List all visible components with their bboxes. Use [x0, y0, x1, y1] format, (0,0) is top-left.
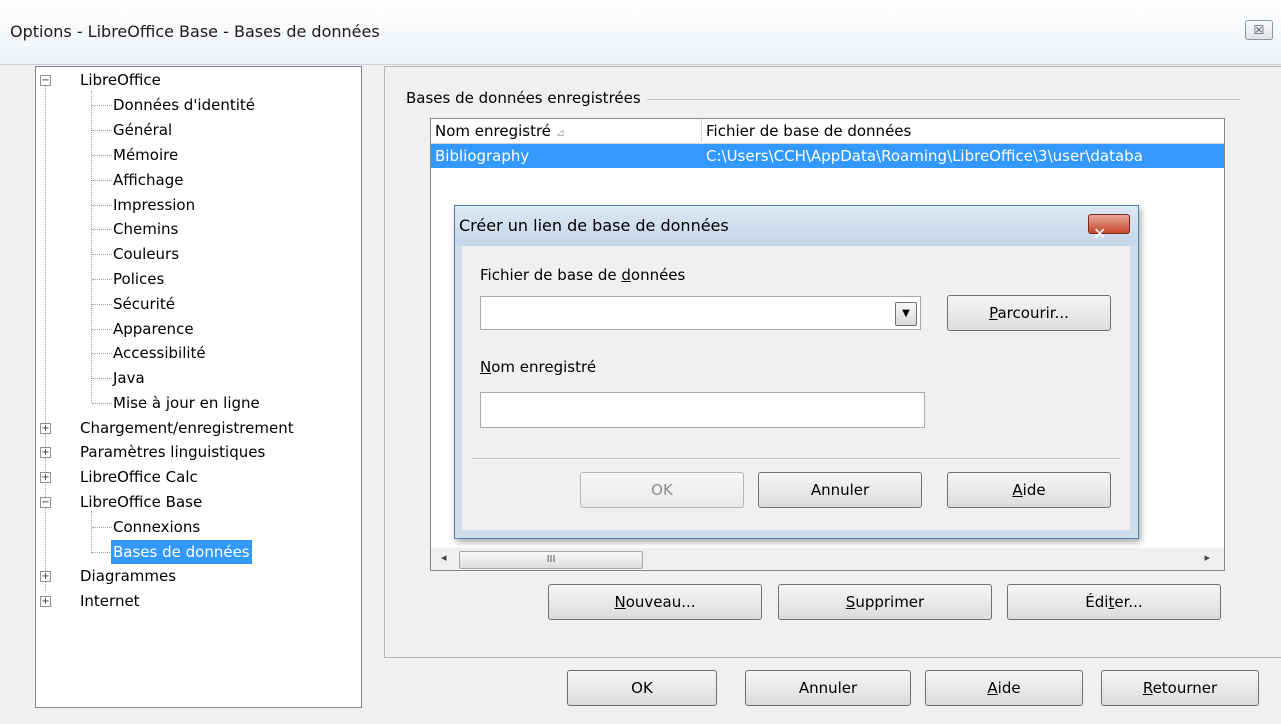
- table-row[interactable]: Bibliography C:\Users\CCH\AppData\Roamin…: [431, 144, 1224, 168]
- horizontal-scrollbar[interactable]: ◂ III ▸: [431, 548, 1224, 570]
- collapse-icon[interactable]: −: [40, 75, 51, 86]
- tree-branch: [92, 552, 112, 553]
- tree-item-memoire[interactable]: Mémoire: [113, 143, 178, 167]
- tree-branch: [92, 353, 112, 354]
- collapse-icon[interactable]: −: [40, 497, 51, 508]
- column-header-file[interactable]: Fichier de base de données: [702, 119, 1224, 144]
- tree-branch: [92, 205, 112, 206]
- delete-button[interactable]: Supprimer: [778, 584, 992, 620]
- create-database-link-dialog: Créer un lien de base de données ✕ Fichi…: [454, 205, 1139, 539]
- tree-connector-libreoffice: [91, 91, 92, 403]
- tree-item-couleurs[interactable]: Couleurs: [113, 242, 179, 266]
- file-label: Fichier de base de données: [480, 266, 686, 284]
- dialog-titlebar: Créer un lien de base de données ✕: [455, 206, 1138, 246]
- tree-item-chargement[interactable]: Chargement/enregistrement: [80, 416, 294, 440]
- back-button[interactable]: Retourner: [1101, 670, 1259, 706]
- tree-item-connexions[interactable]: Connexions: [113, 515, 200, 539]
- dialog-body: Fichier de base de données ▼ Parcourir..…: [462, 246, 1130, 530]
- tree-item-calc[interactable]: LibreOffice Calc: [80, 465, 198, 489]
- tree-item-polices[interactable]: Polices: [113, 267, 164, 291]
- column-header-name[interactable]: Nom enregistré ⊿: [431, 119, 701, 144]
- expand-icon[interactable]: +: [40, 447, 51, 458]
- row-name: Bibliography: [435, 147, 530, 165]
- tree-branch: [92, 180, 112, 181]
- tree-item-securite[interactable]: Sécurité: [113, 292, 175, 316]
- dialog-close-button[interactable]: ✕: [1088, 214, 1130, 243]
- tree-item-libreoffice[interactable]: LibreOffice: [80, 68, 161, 92]
- help-button[interactable]: Aide: [925, 670, 1083, 706]
- cancel-button[interactable]: Annuler: [745, 670, 911, 706]
- expand-icon[interactable]: +: [40, 596, 51, 607]
- edit-button[interactable]: Éditer...: [1007, 584, 1221, 620]
- options-tree[interactable]: − LibreOffice Données d'identité Général…: [35, 66, 362, 708]
- tree-branch: [92, 254, 112, 255]
- scroll-thumb[interactable]: III: [459, 551, 643, 569]
- registered-name-input[interactable]: [480, 392, 925, 428]
- row-file: C:\Users\CCH\AppData\Roaming\LibreOffice…: [706, 147, 1143, 165]
- tree-branch: [92, 155, 112, 156]
- dialog-cancel-button[interactable]: Annuler: [758, 472, 922, 508]
- tree-branch: [92, 130, 112, 131]
- dialog-ok-button[interactable]: OK: [580, 472, 744, 508]
- tree-item-diagrammes[interactable]: Diagrammes: [80, 564, 176, 588]
- column-header-name-label: Nom enregistré: [435, 122, 552, 140]
- tree-item-base[interactable]: LibreOffice Base: [80, 490, 202, 514]
- tree-branch: [92, 229, 112, 230]
- tree-connector-base: [91, 511, 92, 553]
- close-icon: ✕: [1093, 224, 1107, 243]
- tree-item-general[interactable]: Général: [113, 118, 172, 142]
- database-file-combobox[interactable]: ▼: [480, 296, 921, 330]
- expand-icon[interactable]: +: [40, 423, 51, 434]
- tree-item-chemins[interactable]: Chemins: [113, 217, 178, 241]
- scroll-right-icon[interactable]: ▸: [1204, 551, 1210, 564]
- tree-branch: [92, 403, 112, 404]
- registered-name-label: Nom enregistré: [480, 358, 597, 376]
- scroll-left-icon[interactable]: ◂: [441, 551, 447, 564]
- dialog-help-button[interactable]: Aide: [947, 472, 1111, 508]
- tree-item-internet[interactable]: Internet: [80, 589, 140, 613]
- window-title: Options - LibreOffice Base - Bases de do…: [10, 22, 380, 41]
- tree-branch: [92, 378, 112, 379]
- expand-icon[interactable]: +: [40, 571, 51, 582]
- dialog-separator: [472, 458, 1120, 459]
- sort-ascending-icon: ⊿: [555, 126, 566, 139]
- window-close-button[interactable]: ☒: [1245, 20, 1273, 40]
- tree-branch: [92, 527, 112, 528]
- tree-item-affichage[interactable]: Affichage: [113, 168, 183, 192]
- tree-item-parametres[interactable]: Paramètres linguistiques: [80, 440, 265, 464]
- dropdown-arrow-icon[interactable]: ▼: [895, 302, 917, 326]
- tree-item-mise-a-jour[interactable]: Mise à jour en ligne: [113, 391, 260, 415]
- tree-item-accessibilite[interactable]: Accessibilité: [113, 341, 206, 365]
- tree-connector-root: [45, 81, 46, 591]
- tree-branch: [92, 304, 112, 305]
- tree-branch: [92, 329, 112, 330]
- expand-icon[interactable]: +: [40, 472, 51, 483]
- tree-item-apparence[interactable]: Apparence: [113, 317, 194, 341]
- close-icon: ☒: [1253, 23, 1265, 37]
- dialog-title: Créer un lien de base de données: [459, 216, 729, 235]
- registered-databases-title: Bases de données enregistrées: [406, 89, 647, 107]
- new-button[interactable]: Nouveau...: [548, 584, 762, 620]
- tree-item-java[interactable]: Java: [113, 366, 145, 390]
- tree-item-impression[interactable]: Impression: [113, 193, 195, 217]
- window-titlebar: Options - LibreOffice Base - Bases de do…: [0, 0, 1281, 65]
- tree-branch: [92, 279, 112, 280]
- tree-item-donnees-identite[interactable]: Données d'identité: [113, 93, 255, 117]
- ok-button[interactable]: OK: [567, 670, 717, 706]
- tree-branch: [92, 105, 112, 106]
- tree-item-bases-de-donnees[interactable]: Bases de données: [111, 540, 252, 564]
- browse-button[interactable]: Parcourir...: [947, 295, 1111, 331]
